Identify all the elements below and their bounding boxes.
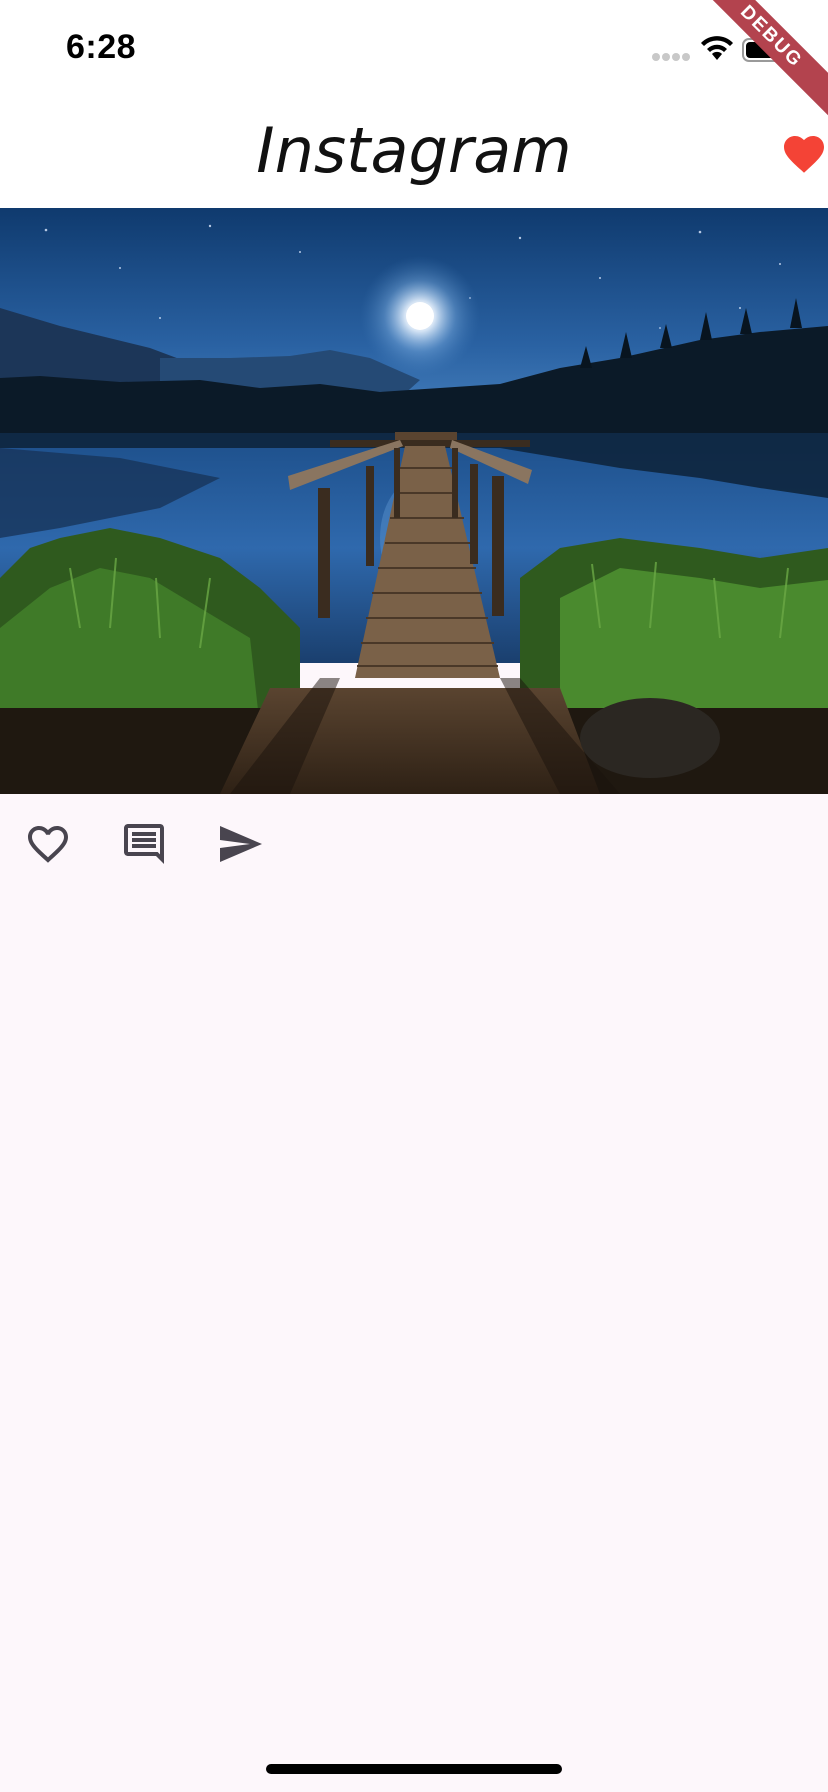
post-actions — [0, 794, 828, 894]
status-bar: 6:28 — [0, 0, 828, 100]
wifi-icon — [701, 36, 733, 60]
send-icon[interactable] — [216, 820, 264, 868]
home-indicator[interactable] — [266, 1764, 562, 1774]
app-bar: Instagram — [0, 100, 828, 208]
lake-pier-night-photo — [0, 208, 828, 794]
cellular-signal-icon — [652, 53, 690, 61]
post-image[interactable] — [0, 208, 828, 794]
app-screen: 6:28 DEBUG Instagram — [0, 0, 828, 1792]
status-time: 6:28 — [66, 28, 137, 66]
comment-icon[interactable] — [120, 820, 168, 868]
heart-filled-icon[interactable] — [780, 130, 828, 178]
app-title: Instagram — [256, 114, 572, 187]
heart-outline-icon[interactable] — [24, 820, 72, 868]
